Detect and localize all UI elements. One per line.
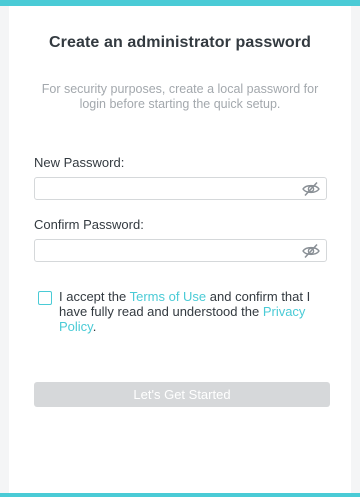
terms-of-use-link[interactable]: Terms of Use (130, 289, 207, 304)
bottom-accent-bar (0, 493, 360, 497)
lets-get-started-button[interactable]: Let's Get Started (34, 382, 330, 407)
eye-slash-icon[interactable] (302, 181, 320, 197)
new-password-field (34, 177, 327, 200)
confirm-password-field (34, 239, 327, 262)
confirm-password-input[interactable] (35, 240, 311, 261)
eye-slash-icon[interactable] (302, 243, 320, 259)
new-password-input[interactable] (35, 178, 311, 199)
new-password-label: New Password: (34, 155, 125, 170)
page-subtitle: For security purposes, create a local pa… (41, 82, 319, 111)
confirm-password-label: Confirm Password: (34, 217, 144, 232)
page-title: Create an administrator password (49, 34, 311, 51)
terms-text-after: . (92, 319, 97, 334)
terms-text-before: I accept the (59, 289, 130, 304)
terms-text: I accept the Terms of Use and confirm th… (59, 289, 321, 334)
setup-card: Create an administrator password For sec… (9, 6, 351, 493)
accept-terms-checkbox[interactable] (38, 291, 52, 305)
